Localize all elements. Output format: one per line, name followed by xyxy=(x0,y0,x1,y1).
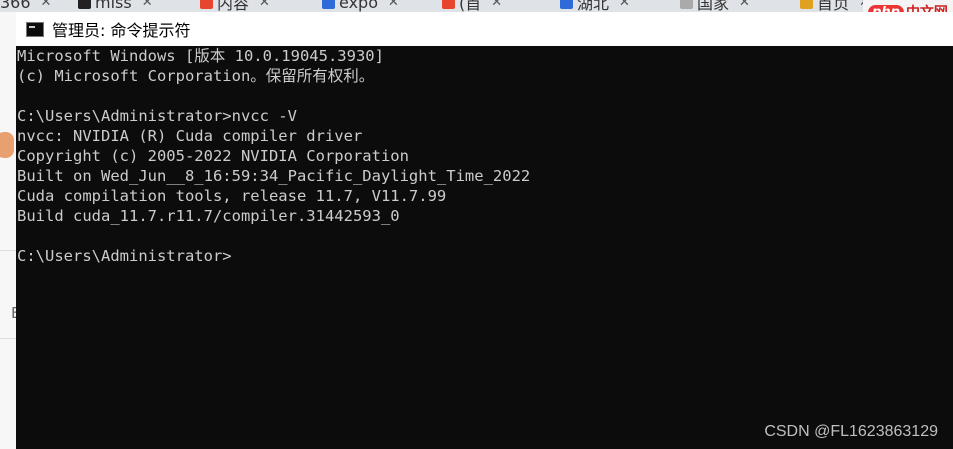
console-line: Cuda compilation tools, release 11.7, V1… xyxy=(17,187,447,205)
browser-tab[interactable]: 湖北 ✕ xyxy=(560,0,630,12)
console-line: (c) Microsoft Corporation。保留所有权利。 xyxy=(17,67,375,85)
tab-label: miss xyxy=(95,0,132,12)
close-icon[interactable]: ✕ xyxy=(142,0,153,10)
console-output[interactable]: Microsoft Windows [版本 10.0.19045.3930] (c… xyxy=(17,46,947,266)
github-icon xyxy=(78,0,91,9)
browser-tab-strip: 366 ✕ miss ✕ 内容 ✕ expo ✕ (首 ✕ 湖北 ✕ 国家 ✕ 首页✕ xyxy=(0,0,953,12)
browser-tab[interactable]: expo ✕ xyxy=(322,0,399,12)
console-line: C:\Users\Administrator>nvcc -V xyxy=(17,107,297,125)
divider xyxy=(0,250,16,251)
browser-tab[interactable]: 366 ✕ xyxy=(0,0,52,12)
console-line: Built on Wed_Jun__8_16:59:34_Pacific_Day… xyxy=(17,167,531,185)
browser-tab[interactable]: miss ✕ xyxy=(78,0,153,12)
close-icon[interactable]: ✕ xyxy=(259,0,270,10)
csdn-watermark: CSDN @FL1623863129 xyxy=(764,423,938,440)
tab-label: 内容 xyxy=(217,0,250,12)
console-line: Build cuda_11.7.r11.7/compiler.31442593_… xyxy=(17,207,400,225)
browser-tab[interactable]: (首 ✕ xyxy=(442,0,502,12)
paw-icon xyxy=(560,0,573,9)
globe-icon xyxy=(680,0,693,9)
avatar xyxy=(0,132,14,158)
console-line: C:\Users\Administrator> xyxy=(17,247,232,265)
browser-tab[interactable]: 国家 ✕ xyxy=(680,0,750,12)
close-icon[interactable]: ✕ xyxy=(388,0,399,10)
c-logo-icon xyxy=(442,0,455,9)
console-line: Microsoft Windows [版本 10.0.19045.3930] xyxy=(17,47,384,65)
close-icon[interactable]: ✕ xyxy=(491,0,502,10)
browser-tab[interactable]: 首页✕ xyxy=(800,0,870,12)
window-titlebar[interactable]: 管理员: 命令提示符 xyxy=(16,12,953,46)
browser-tab[interactable]: 内容 ✕ xyxy=(200,0,270,12)
console-icon xyxy=(26,21,44,37)
tab-label: expo xyxy=(339,0,378,12)
background-page-strip: E xyxy=(0,12,20,449)
console-line: nvcc: NVIDIA (R) Cuda compiler driver xyxy=(17,127,363,145)
tab-label: 首页 xyxy=(817,0,850,12)
cmd-window[interactable]: 管理员: 命令提示符 Microsoft Windows [版本 10.0.19… xyxy=(16,12,953,449)
tab-label: 国家 xyxy=(697,0,730,12)
close-icon[interactable]: ✕ xyxy=(41,0,52,10)
close-icon[interactable]: ✕ xyxy=(739,0,750,10)
star-icon xyxy=(800,0,813,9)
window-title: 管理员: 命令提示符 xyxy=(52,21,191,40)
close-icon[interactable]: ✕ xyxy=(619,0,630,10)
c-logo-icon xyxy=(200,0,213,9)
paw-icon xyxy=(322,0,335,9)
tab-label: 366 xyxy=(0,0,31,12)
divider xyxy=(0,338,16,339)
tab-label: 湖北 xyxy=(577,0,610,12)
tab-label: (首 xyxy=(459,0,482,12)
console-line: Copyright (c) 2005-2022 NVIDIA Corporati… xyxy=(17,147,409,165)
